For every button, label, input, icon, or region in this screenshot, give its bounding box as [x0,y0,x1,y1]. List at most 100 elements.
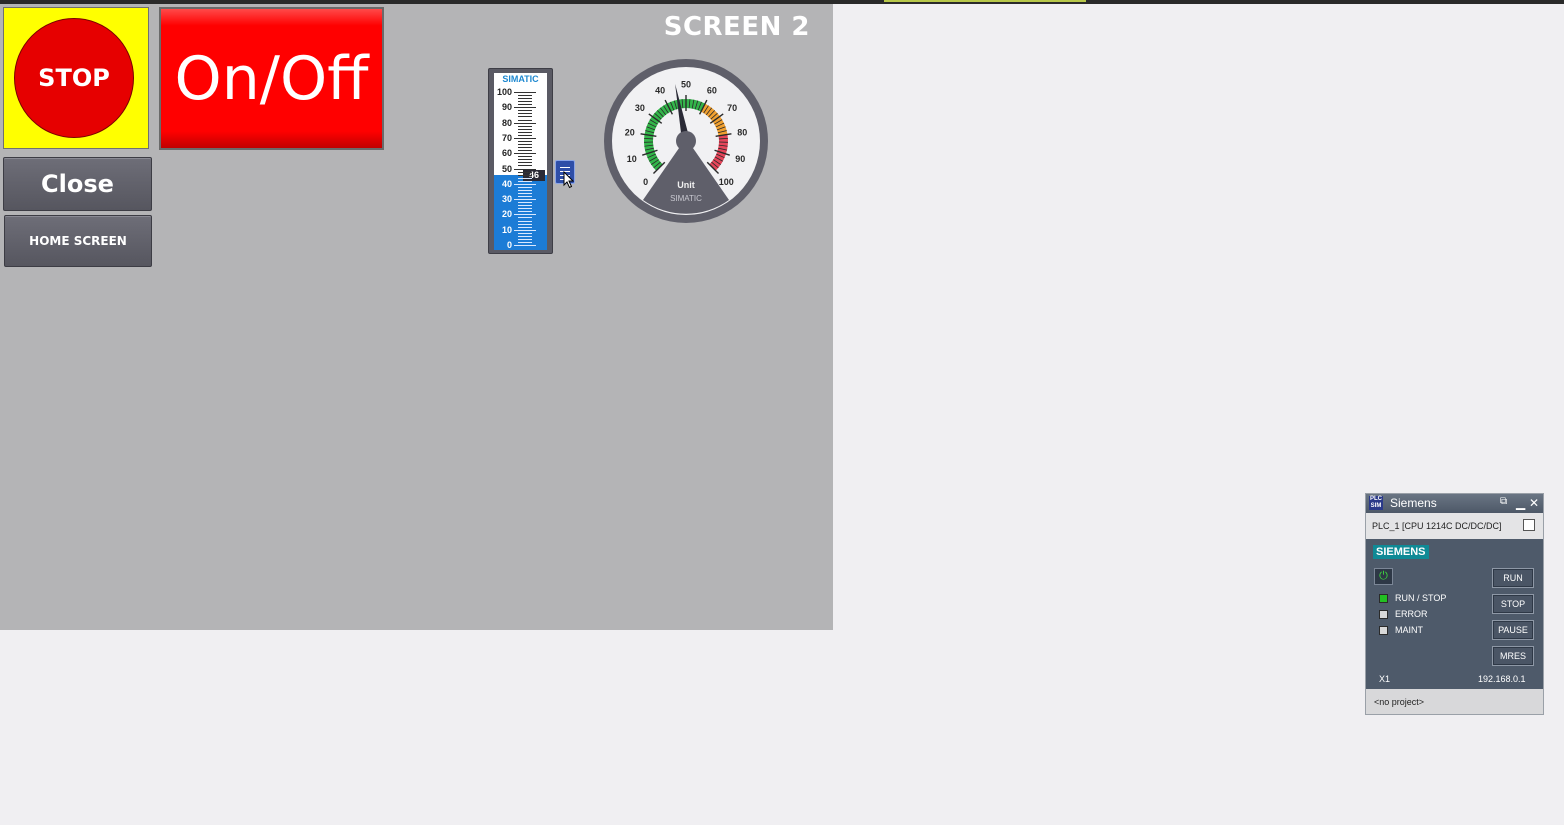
bar-gauge-tick-label: 0 [506,240,512,250]
stop-button-label: STOP [14,18,134,138]
bar-gauge-tick [518,175,532,176]
bar-gauge-tick [518,217,532,218]
dial-gauge-tick-label: 100 [719,177,734,187]
bar-gauge-tick [518,208,532,209]
bar-gauge-tick [518,187,532,188]
bar-gauge-brand: SIMATIC [502,74,539,84]
bar-gauge-tick [518,101,532,102]
stop-button[interactable]: STOP [3,7,149,149]
bar-gauge-tick [514,214,536,215]
bar-gauge-tick [518,236,532,237]
bar-gauge-tick [518,190,532,191]
on-off-button[interactable]: On/Off [159,7,384,150]
siemens-logo: SIEMENS [1373,545,1429,559]
bar-gauge-tick-label: 10 [501,224,512,235]
plcsim-status-bar: <no project> [1366,689,1543,714]
bar-gauge-tick [518,156,532,157]
bar-gauge-tick [518,196,532,197]
bar-gauge-tick-label: 100 [496,87,512,97]
plcsim-title-bar[interactable]: PLC SIM Siemens ⧉ ▁ ✕ [1366,494,1543,513]
pause-button[interactable]: PAUSE [1492,620,1534,640]
home-screen-button[interactable]: HOME SCREEN [4,215,152,267]
bar-gauge-tick [518,120,532,121]
bar-gauge-tick [518,144,532,145]
dial-gauge-tick-label: 90 [735,154,745,164]
dial-gauge-tick [718,137,728,140]
bar-gauge-tick-label: 20 [501,209,512,220]
bar-gauge-tick [518,141,532,142]
bar-gauge-tick [518,165,532,166]
bar-gauge-tick [518,113,532,114]
bar-gauge-tick-label: 50 [501,163,512,174]
plcsim-cpu-bar: PLC_1 [CPU 1214C DC/DC/DC] [1366,513,1543,539]
bar-gauge-tick [518,116,532,117]
bar-gauge-tick [514,245,536,246]
run-stop-led [1379,594,1388,603]
active-tab-indicator [884,0,1086,2]
bar-gauge-tick [518,110,532,111]
bar-gauge-tick [518,202,532,203]
bar-gauge-tick [518,239,532,240]
bar-gauge-tick [518,233,532,234]
expand-view-icon[interactable] [1523,519,1535,531]
bar-gauge: SIMATIC 46 100 90 80 70 60 50 40 30 20 10 0 [488,68,553,254]
bar-gauge-tick-label: 70 [501,132,512,143]
dial-gauge-tick-label: 70 [727,103,737,113]
bar-gauge-tick [514,230,536,231]
bar-gauge-tick [518,205,532,206]
close-button[interactable]: Close [3,157,152,211]
bar-gauge-tick [518,172,532,173]
dial-gauge-tick-label: 20 [625,128,635,138]
bar-gauge-tick [514,138,536,139]
bar-gauge-tick [514,184,536,185]
bar-gauge-tick [518,193,532,194]
dial-gauge-tick-label: 60 [707,86,717,96]
dial-gauge-tick-label: 50 [681,80,691,90]
bar-gauge-tick [514,169,536,170]
bar-gauge-tick [514,107,536,108]
bar-gauge-tick-label: 30 [501,194,512,205]
bar-gauge-tick [518,181,532,182]
dial-gauge-tick-label: 10 [627,154,637,164]
dial-gauge-tick-label: 80 [737,128,747,138]
mouse-cursor-icon [563,171,575,189]
close-icon[interactable]: ✕ [1529,496,1539,510]
interface-label: X1 [1379,674,1391,684]
bar-gauge-tick [518,150,532,151]
bar-gauge-tick [518,126,532,127]
bar-gauge-tick [518,104,532,105]
bar-gauge-tick [518,178,532,179]
bar-gauge-tick [518,98,532,99]
dial-gauge-tick-label: 0 [643,177,648,187]
dial-gauge-hub [676,131,696,151]
run-stop-label: RUN / STOP [1395,593,1447,603]
error-led [1379,610,1388,619]
minimize-icon[interactable]: ▁ [1516,496,1525,510]
restore-icon[interactable]: ⧉ [1500,496,1507,507]
dial-gauge-unit: Unit [677,180,695,190]
stop-mode-button[interactable]: STOP [1492,594,1534,614]
bar-gauge-tick-label: 60 [501,148,512,159]
bar-gauge-tick [518,95,532,96]
dial-gauge-tick [644,137,654,140]
bar-gauge-tick [518,242,532,243]
bar-gauge-tick [518,224,532,225]
bar-gauge-tick [518,221,532,222]
bar-gauge-tick-label: 40 [501,178,512,189]
bar-gauge-tick [518,132,532,133]
bar-gauge-tick [518,129,532,130]
mres-button[interactable]: MRES [1492,646,1534,666]
run-button[interactable]: RUN [1492,568,1534,588]
plcsim-cpu-name: PLC_1 [CPU 1214C DC/DC/DC] [1372,521,1502,531]
maint-led [1379,626,1388,635]
project-status: <no project> [1374,697,1425,707]
bar-gauge-tick-label: 80 [501,117,512,128]
bar-gauge-scale: SIMATIC 46 100 90 80 70 60 50 40 30 20 10 0 [494,73,547,250]
bar-gauge-tick [518,162,532,163]
maint-label: MAINT [1395,625,1423,635]
dial-gauge-tick-label: 40 [655,86,665,96]
power-icon[interactable]: ⏻ [1374,568,1393,585]
dial-gauge-brand: SIMATIC [670,194,702,203]
dial-gauge-tick-label: 30 [635,103,645,113]
error-label: ERROR [1395,609,1428,619]
